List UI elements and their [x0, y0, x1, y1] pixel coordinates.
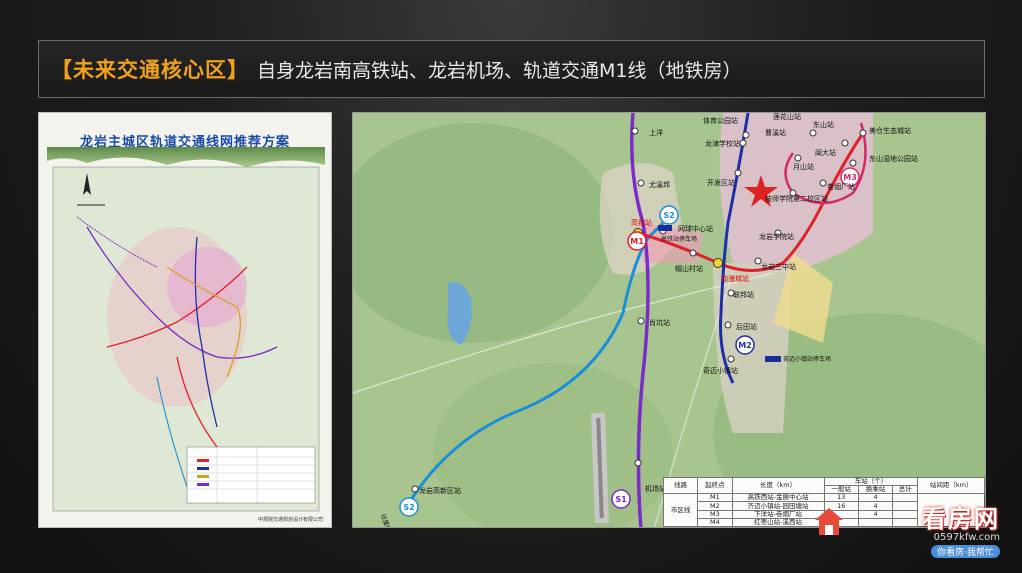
mountain-banner [47, 147, 325, 167]
label-gaotie: 高铁站 [631, 218, 652, 227]
label-yueshan: 月山站 [793, 162, 814, 171]
label-houtian: 后田站 [736, 322, 757, 331]
header-bar: 【未来交通核心区】 自身龙岩南高铁站、龙岩机场、轨道交通M1线（地铁房） [38, 40, 985, 98]
left-map-company: 中规院交通规划设计有限公司 [257, 517, 323, 523]
overview-map [47, 147, 325, 512]
watermark: 看房网 0597kfw.com 你看房·我帮忙 [815, 499, 1000, 558]
label-youxibang: 尤溪邦 [649, 180, 670, 189]
badge-m1-icon: M1 [627, 231, 647, 251]
right-map-panel: M1 M2 M3 S1 S2 S2 体育公园站 龙津学校站 开发区站 上洋 尤溪… [352, 112, 986, 528]
label-dongman: 动漫城站 [721, 274, 749, 283]
badge-m2-icon: M2 [735, 335, 755, 355]
label-dongshanwet: 东山湿地公园站 [869, 154, 918, 163]
house-logo-icon [815, 508, 843, 535]
svg-text:S2: S2 [663, 211, 674, 220]
depot-qimai-icon [765, 356, 781, 362]
detail-map: M1 M2 M3 S1 S2 S2 体育公园站 龙津学校站 开发区站 上洋 尤溪… [353, 113, 985, 527]
label-caoxi: 曹溪站 [765, 128, 786, 137]
label-longyanxy: 龙岩学院站 [759, 232, 794, 241]
label-shangyang: 上洋 [649, 128, 663, 137]
svg-text:S1: S1 [615, 495, 627, 504]
depot-gaotie-icon [658, 225, 672, 231]
header-highlight: 【未来交通核心区】 [51, 58, 249, 82]
label-minda: 闽大站 [815, 148, 836, 157]
urban-core [167, 247, 247, 327]
label-gaoxin: 龙岩高新区站 [419, 486, 461, 495]
legend-header-line: 线路 [662, 476, 699, 495]
legend-header-route: 起终点 [697, 476, 733, 495]
left-map-panel: 龙岩主城区轨道交通线网推荐方案 中规院交通规划设计有限公司 [38, 112, 332, 528]
label-wangqiu: 网球中心站 [678, 224, 713, 233]
label-lianbang: 联邦站 [733, 290, 754, 299]
label-longjin: 龙津学校站 [705, 139, 740, 148]
svg-text:M3: M3 [843, 173, 857, 182]
label-tiyu: 体育公园站 [703, 116, 738, 125]
label-meicang: 美仓生态城站 [869, 126, 911, 135]
badge-s1-icon: S1 [611, 489, 631, 509]
watermark-slogan: 你看房·我帮忙 [931, 545, 1000, 558]
badge-s2-north-icon: S2 [659, 205, 679, 225]
watermark-url: 0597kfw.com [933, 532, 1000, 543]
label-jishi: 技师学院第二校区站 [765, 194, 828, 203]
svg-text:M1: M1 [630, 237, 644, 246]
label-kaifa: 开发区站 [707, 178, 735, 187]
watermark-brand: 看房网 [922, 505, 1000, 533]
label-lianhua: 莲花山站 [773, 113, 801, 121]
label-xiaokeng: 肖坑站 [649, 318, 670, 327]
legend-group: 市区线 [662, 493, 699, 527]
svg-text:S2: S2 [403, 503, 414, 512]
svg-text:M2: M2 [738, 341, 752, 350]
legend-sub-total: 总计 [892, 485, 919, 495]
legend-header-spacing: 站间距（km） [917, 476, 985, 495]
label-dongshan: 东山站 [813, 120, 834, 129]
legend-header-length: 长度（km） [731, 476, 825, 495]
header-subtitle: 自身龙岩南高铁站、龙岩机场、轨道交通M1线（地铁房） [257, 59, 742, 82]
label-kuishan: 帽山村站 [675, 264, 703, 273]
label-gaotie-depot: 高铁站停车场 [661, 235, 697, 243]
hub-dongman [713, 258, 723, 268]
label-longyan3: 龙岩三中站 [761, 262, 796, 271]
label-yanchang: 卷烟厂站 [827, 182, 855, 191]
label-qimai: 奇迈小镇站 [703, 366, 738, 375]
badge-s2-icon: S2 [399, 497, 419, 517]
label-qimai-depot: 奇迈小镇站停车场 [783, 355, 831, 363]
